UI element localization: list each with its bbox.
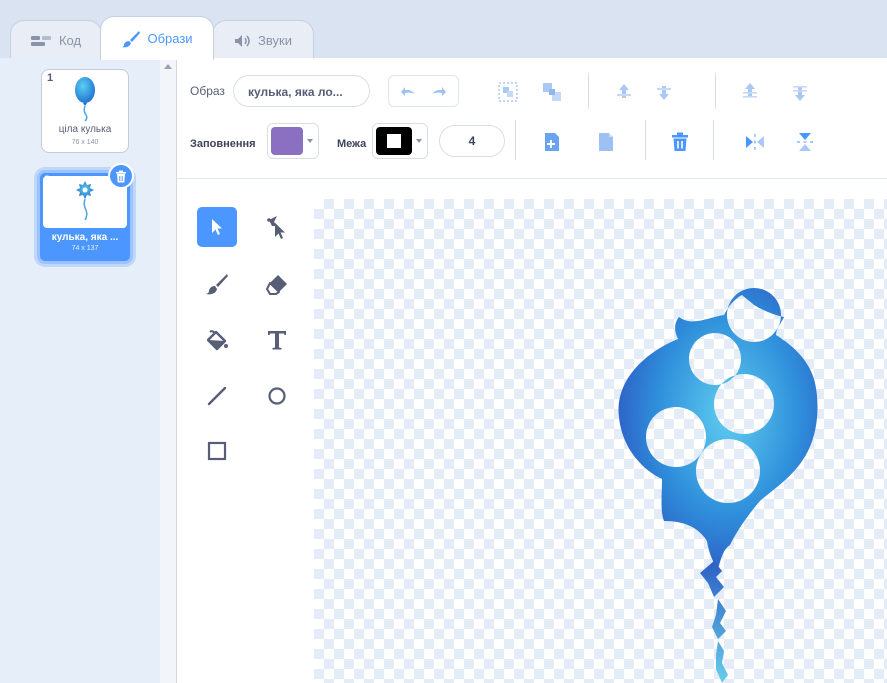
costume-size: 74 x 137 xyxy=(71,245,99,252)
rectangle-tool[interactable] xyxy=(197,431,237,471)
eraser-icon xyxy=(266,275,287,295)
copy-icon[interactable] xyxy=(539,129,565,155)
back-icon[interactable] xyxy=(787,79,813,105)
redo-icon[interactable] xyxy=(428,82,450,100)
ungroup-icon[interactable] xyxy=(539,79,565,105)
popped-balloon-thumbnail xyxy=(72,179,98,230)
delete-costume-button[interactable] xyxy=(108,163,134,189)
paste-icon[interactable] xyxy=(593,129,619,155)
tab-costumes-label: Образи xyxy=(147,31,193,46)
code-icon xyxy=(30,35,53,47)
reshape-tool[interactable] xyxy=(257,207,297,247)
costume-item-1[interactable]: 1 ціла кулька 76 x 140 xyxy=(41,69,129,153)
toolbar-divider xyxy=(645,120,646,160)
brush-tool[interactable] xyxy=(197,264,237,304)
rectangle-icon xyxy=(207,441,227,461)
costume-size: 76 x 140 xyxy=(71,139,99,146)
fill-tool[interactable] xyxy=(197,320,237,360)
outline-width-input[interactable]: 4 xyxy=(439,125,505,157)
toolbar-divider xyxy=(515,120,516,160)
chevron-down-icon xyxy=(307,139,313,143)
costume-name: кулька, яка ... xyxy=(51,232,119,243)
brush-icon xyxy=(206,274,228,295)
front-icon[interactable] xyxy=(737,79,763,105)
undo-icon[interactable] xyxy=(397,82,419,100)
brush-icon xyxy=(121,30,141,48)
toolbar-divider xyxy=(715,73,716,109)
outline-color-picker[interactable] xyxy=(372,123,428,159)
circle-tool[interactable] xyxy=(257,376,297,416)
flip-horizontal-icon[interactable] xyxy=(742,129,768,155)
popped-balloon-drawing[interactable] xyxy=(314,199,887,683)
toolbar-divider xyxy=(588,73,589,109)
select-tool[interactable] xyxy=(197,207,237,247)
fill-icon xyxy=(206,330,228,351)
text-tool[interactable] xyxy=(257,320,297,360)
tab-code[interactable]: Код xyxy=(10,20,102,60)
tab-costumes[interactable]: Образи xyxy=(100,16,214,60)
eraser-tool[interactable] xyxy=(257,264,297,304)
scroll-up-icon[interactable] xyxy=(164,64,172,69)
editor-tab-bar: Код Образи Звуки xyxy=(0,0,887,60)
backward-icon[interactable] xyxy=(651,79,677,105)
delete-icon[interactable] xyxy=(667,129,693,155)
toolbar-bottom-border xyxy=(177,178,887,179)
group-icon[interactable] xyxy=(495,79,521,105)
circle-icon xyxy=(268,387,286,405)
select-icon xyxy=(212,219,222,235)
costume-label: Образ xyxy=(190,84,225,98)
tab-sounds-label: Звуки xyxy=(258,33,292,48)
costume-name-input[interactable]: кулька, яка ло... xyxy=(233,75,370,107)
speaker-icon xyxy=(234,34,252,48)
flip-vertical-icon[interactable] xyxy=(792,129,818,155)
reshape-icon xyxy=(267,216,285,239)
trash-icon xyxy=(116,170,126,182)
outline-color-swatch xyxy=(376,127,412,155)
tab-sounds[interactable]: Звуки xyxy=(212,20,314,60)
line-icon xyxy=(207,386,227,406)
fill-color-swatch xyxy=(271,127,303,155)
outline-label: Межа xyxy=(337,138,367,150)
balloon-thumbnail xyxy=(72,76,98,127)
chevron-down-icon xyxy=(416,139,422,143)
costume-list-scrollbar[interactable] xyxy=(160,58,177,683)
costume-name: ціла кулька xyxy=(58,124,112,135)
text-icon xyxy=(268,331,286,350)
toolbar-divider xyxy=(713,120,714,160)
costume-number: 1 xyxy=(47,72,54,84)
forward-icon[interactable] xyxy=(611,79,637,105)
fill-color-picker[interactable] xyxy=(267,123,319,159)
drawing-canvas[interactable] xyxy=(314,199,887,683)
line-tool[interactable] xyxy=(197,376,237,416)
fill-label: Заповнення xyxy=(190,138,256,150)
costume-number: 2 xyxy=(44,174,51,186)
tab-code-label: Код xyxy=(58,33,82,48)
paint-editor: Образ кулька, яка ло... Заповнення Межа … xyxy=(177,58,887,683)
